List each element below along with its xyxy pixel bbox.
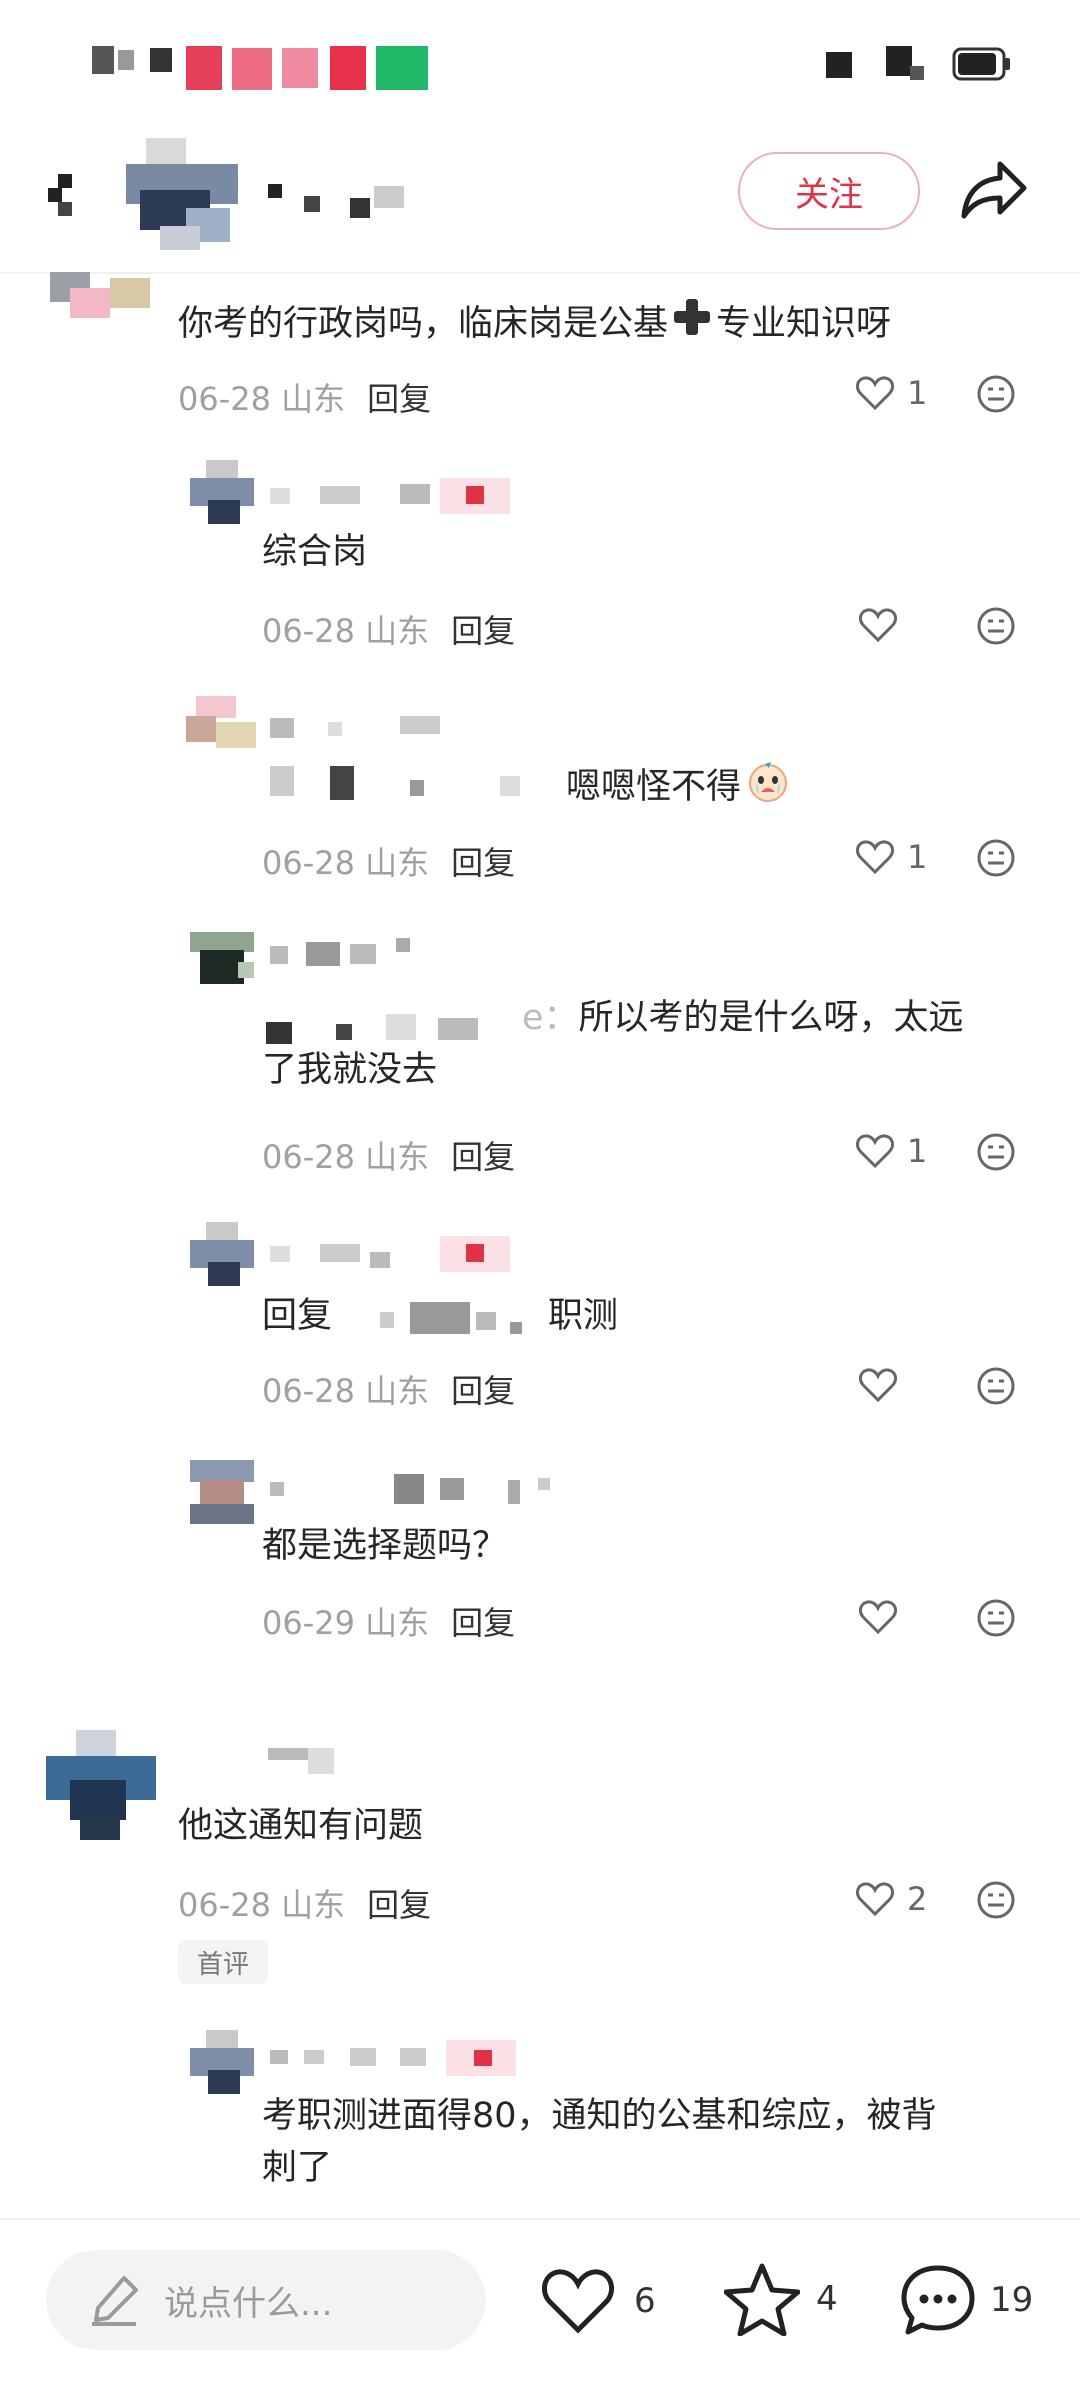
- author-avatar[interactable]: [126, 138, 238, 250]
- reply-text: 嗯嗯怪不得: [566, 758, 791, 819]
- comments-button[interactable]: 19: [900, 2262, 1033, 2338]
- reply-avatar[interactable]: [190, 1460, 254, 1524]
- reply-username: [270, 1474, 560, 1510]
- heart-icon: [856, 840, 894, 875]
- back-icon[interactable]: [46, 170, 86, 220]
- reply-mention: [380, 1302, 530, 1336]
- star-icon: [724, 2263, 800, 2336]
- emoji-icon[interactable]: [976, 1880, 1016, 1924]
- follow-button[interactable]: 关注: [738, 152, 920, 230]
- like-count: 1: [907, 1132, 928, 1170]
- reply-avatar[interactable]: [190, 1222, 254, 1286]
- comment-meta: 06-28 山东 回复: [178, 1886, 432, 1924]
- reply-username: [270, 478, 540, 514]
- comment-avatar[interactable]: [40, 272, 150, 332]
- reply-meta: 06-28 山东 回复: [262, 1372, 516, 1410]
- plus-emoji: [670, 295, 714, 354]
- reply-meta: 06-28 山东 回复: [262, 844, 516, 882]
- bottom-action-bar: 说点什么... 6 4 19: [0, 2218, 1080, 2384]
- reply-meta: 06-28 山东 回复: [262, 612, 516, 650]
- share-icon[interactable]: [960, 158, 1030, 222]
- reply-text: 综合岗: [262, 532, 368, 572]
- favorite-count: 4: [816, 2279, 838, 2319]
- chat-icon: [901, 2265, 975, 2335]
- comment-input-placeholder: 说点什么...: [164, 2283, 333, 2324]
- battery-icon: [952, 46, 1012, 82]
- first-comment-badge: 首评: [178, 1940, 268, 1984]
- comment-text: 他这通知有问题: [178, 1806, 424, 1846]
- emoji-icon[interactable]: [976, 1366, 1016, 1410]
- heart-icon: [856, 1134, 894, 1169]
- comments-count: 19: [990, 2280, 1034, 2320]
- heart-icon: [859, 1368, 897, 1403]
- like-count: 1: [907, 374, 928, 412]
- like-count: 2: [907, 1880, 928, 1918]
- reply-button[interactable]: 回复: [451, 1138, 515, 1176]
- like-button[interactable]: [858, 606, 898, 644]
- reply-avatar[interactable]: [190, 460, 254, 524]
- reply-text: e：所以考的是什么呀，太远 了我就没去: [262, 998, 964, 1090]
- reply-button[interactable]: 回复: [367, 380, 431, 418]
- like-count: 1: [907, 838, 928, 876]
- heart-icon: [859, 608, 897, 643]
- favorite-button[interactable]: 4: [724, 2262, 838, 2336]
- emoji-icon[interactable]: [976, 374, 1016, 418]
- reply-mention: [270, 766, 560, 802]
- heart-icon: [856, 376, 894, 411]
- comment-meta: 06-28 山东 回复: [178, 380, 432, 418]
- reply-button[interactable]: 回复: [451, 844, 515, 882]
- reply-text: 考职测进面得80，通知的公基和综应，被背 刺了: [262, 2096, 937, 2188]
- like-button[interactable]: [858, 1598, 898, 1636]
- like-post-button[interactable]: 6: [540, 2266, 656, 2336]
- comment-text: 你考的行政岗吗，临床岗是公基 专业知识呀: [178, 295, 891, 354]
- like-button[interactable]: [858, 1366, 898, 1404]
- emoji-icon[interactable]: [976, 838, 1016, 882]
- header-bar: 关注: [0, 130, 1080, 275]
- reply-text: 都是选择题吗？: [262, 1526, 508, 1566]
- reply-avatar[interactable]: [186, 696, 256, 756]
- reply-username: [270, 2040, 540, 2076]
- heart-icon: [541, 2269, 615, 2334]
- comment-username: [268, 1742, 338, 1776]
- reply-button[interactable]: 回复: [451, 612, 515, 650]
- reply-username: [270, 938, 430, 968]
- emoji-icon[interactable]: [976, 1598, 1016, 1642]
- reply-button[interactable]: 回复: [451, 1604, 515, 1642]
- emoji-icon[interactable]: [976, 1132, 1016, 1176]
- author-name: [268, 182, 408, 218]
- comment-avatar[interactable]: [46, 1730, 156, 1840]
- heart-icon: [859, 1600, 897, 1635]
- like-button[interactable]: 1: [855, 1132, 927, 1170]
- reply-meta: 06-28 山东 回复: [262, 1138, 516, 1176]
- reply-username: [270, 712, 490, 742]
- status-bar: [0, 0, 1080, 130]
- heart-icon: [856, 1882, 894, 1917]
- header-divider: [0, 272, 1080, 274]
- like-post-count: 6: [634, 2281, 656, 2321]
- like-button[interactable]: 1: [855, 838, 927, 876]
- reply-meta: 06-29 山东 回复: [262, 1604, 516, 1642]
- emoji-icon[interactable]: [976, 606, 1016, 650]
- reply-avatar[interactable]: [190, 932, 254, 988]
- like-button[interactable]: 2: [855, 1880, 927, 1918]
- like-button[interactable]: 1: [855, 374, 927, 412]
- crying-emoji: [745, 758, 791, 819]
- pencil-icon: [92, 2276, 138, 2326]
- reply-button[interactable]: 回复: [367, 1886, 431, 1924]
- comment-input[interactable]: 说点什么...: [46, 2250, 486, 2350]
- reply-avatar[interactable]: [190, 2030, 254, 2094]
- reply-username: [270, 1236, 540, 1272]
- reply-button[interactable]: 回复: [451, 1372, 515, 1410]
